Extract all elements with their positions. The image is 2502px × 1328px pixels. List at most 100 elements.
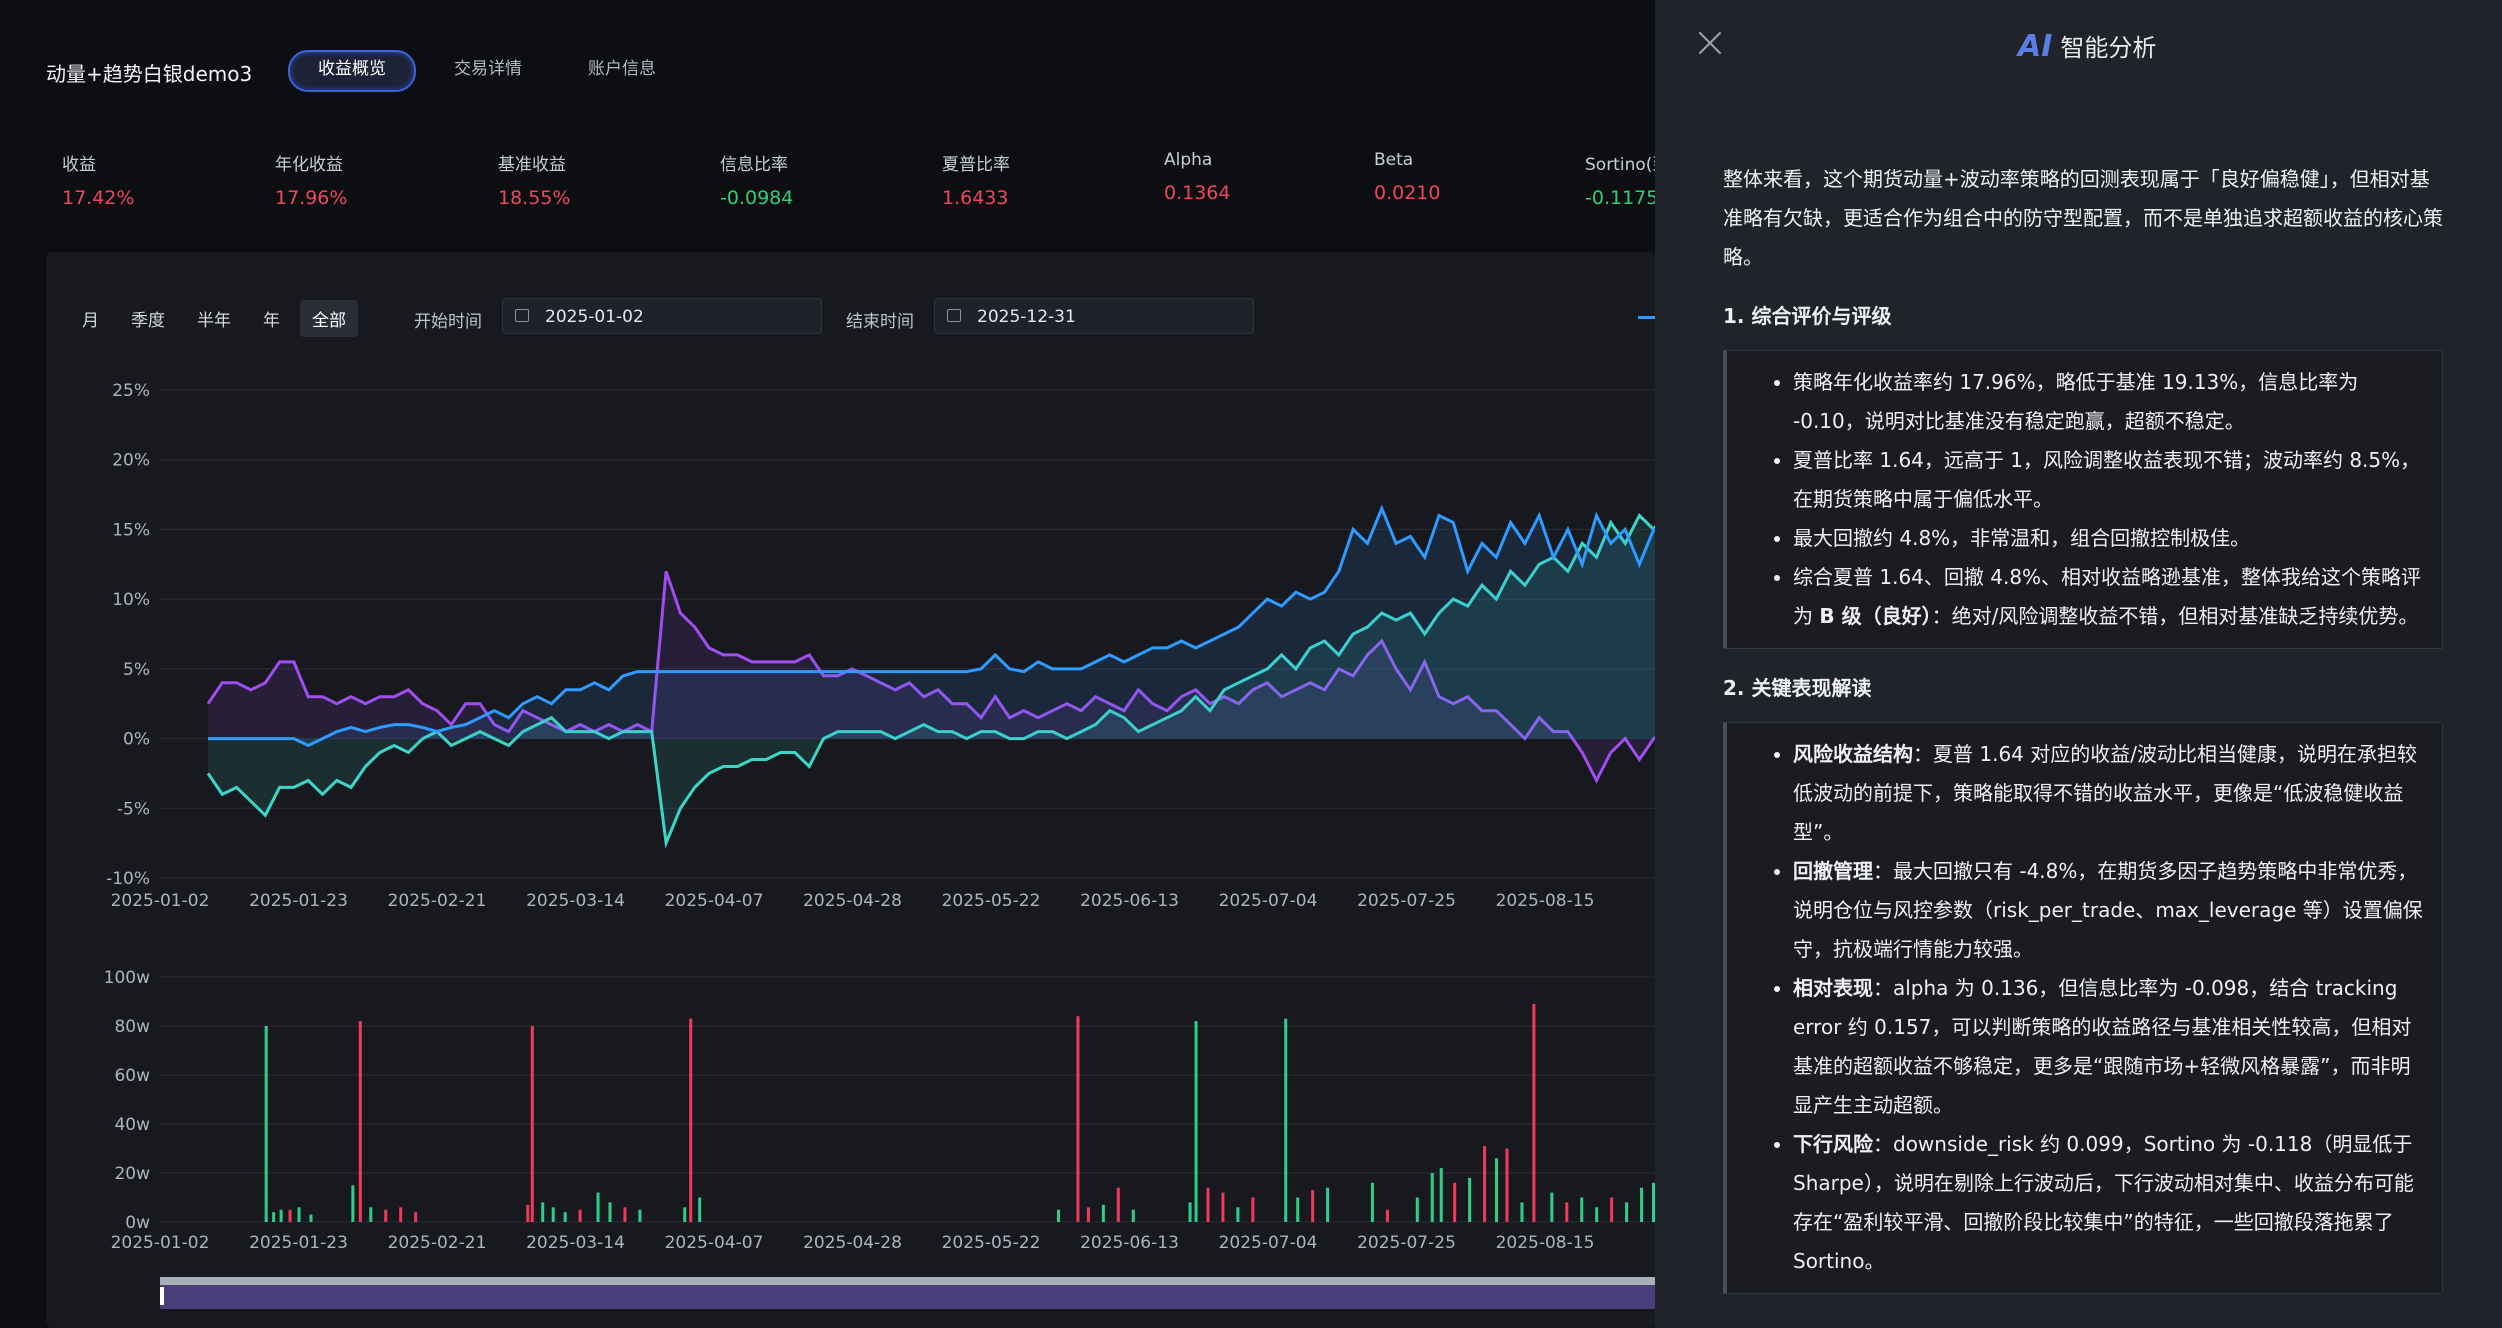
y-tick-label: 0% bbox=[123, 730, 150, 750]
volume-bar bbox=[1101, 1204, 1105, 1222]
volume-bar bbox=[384, 1209, 388, 1222]
metric-label: 信息比率 bbox=[720, 155, 788, 175]
y-tick-label: -10% bbox=[106, 869, 150, 889]
metric-benchmark-return: 基准收益 18.55% bbox=[498, 150, 570, 209]
start-date-input[interactable]: 2025-01-02 bbox=[502, 298, 822, 334]
period-year[interactable]: 年 bbox=[251, 300, 292, 337]
volume-bar bbox=[1086, 1207, 1090, 1222]
y-tick-label: 40w bbox=[114, 1115, 150, 1135]
y-tick-label: 25% bbox=[112, 381, 150, 401]
end-date-input[interactable]: 2025-12-31 bbox=[934, 298, 1254, 334]
end-date-label: 结束时间 bbox=[846, 312, 914, 332]
volume-bar bbox=[1565, 1202, 1569, 1222]
calendar-icon bbox=[947, 309, 961, 322]
volume-bar bbox=[1076, 1016, 1080, 1222]
period-selector: 月 季度 半年 年 全部 bbox=[70, 300, 358, 337]
x-tick-label: 2025-05-22 bbox=[942, 1233, 1041, 1253]
x-tick-label: 2025-06-13 bbox=[1080, 891, 1179, 911]
volume-bar bbox=[563, 1212, 567, 1222]
x-tick-label: 2025-01-23 bbox=[249, 891, 348, 911]
volume-bar bbox=[1550, 1192, 1554, 1222]
volume-bar bbox=[1206, 1187, 1210, 1222]
y-tick-label: 10% bbox=[112, 590, 150, 610]
rating-text-c: ：绝对/风险调整收益不错，但相对基准缺乏持续优势。 bbox=[1931, 604, 2419, 628]
volume-bar bbox=[1326, 1187, 1330, 1222]
legend-line-icon bbox=[1638, 316, 1655, 319]
section-title: 1. 综合评价与评级 bbox=[1723, 304, 1892, 328]
tab-returns-overview[interactable]: 收益概览 bbox=[288, 50, 416, 92]
list-item: 夏普比率 1.64，远高于 1，风险调整收益表现不错；波动率约 8.5%，在期货… bbox=[1793, 441, 2424, 519]
volume-bar bbox=[1311, 1190, 1315, 1222]
volume-bar bbox=[1610, 1197, 1614, 1222]
volume-bar bbox=[1468, 1177, 1472, 1222]
item-heading: 回撤管理 bbox=[1793, 859, 1873, 883]
volume-bar bbox=[1483, 1146, 1487, 1222]
backtest-app: 动量+趋势白银demo3 收益概览 交易详情 账户信息 收益 17.42% 年化收… bbox=[0, 0, 1655, 1328]
metric-value: 1.6433 bbox=[942, 187, 1009, 209]
period-half-year[interactable]: 半年 bbox=[185, 300, 243, 337]
volume-bar bbox=[608, 1202, 612, 1222]
period-month[interactable]: 月 bbox=[70, 300, 111, 337]
y-tick-label: 100w bbox=[104, 968, 150, 988]
list-item: 相对表现：alpha 为 0.136，但信息比率为 -0.098，结合 trac… bbox=[1793, 969, 2424, 1125]
x-tick-label: 2025-08-15 bbox=[1496, 1233, 1595, 1253]
metric-beta: Beta 0.0210 bbox=[1374, 150, 1440, 204]
x-tick-label: 2025-02-21 bbox=[388, 1233, 487, 1253]
metric-value: -0.0984 bbox=[720, 187, 794, 209]
x-tick-label: 2025-07-04 bbox=[1219, 891, 1318, 911]
period-quarter[interactable]: 季度 bbox=[119, 300, 177, 337]
volume-bar bbox=[1532, 1003, 1536, 1222]
volume-bar bbox=[526, 1204, 530, 1222]
y-tick-label: 0w bbox=[125, 1213, 150, 1233]
period-all[interactable]: 全部 bbox=[300, 300, 358, 337]
volume-bar bbox=[1284, 1018, 1288, 1222]
volume-bar bbox=[1296, 1197, 1300, 1222]
metric-label: 夏普比率 bbox=[942, 155, 1010, 175]
tab-trade-details[interactable]: 交易详情 bbox=[426, 50, 550, 88]
volume-bar bbox=[1495, 1158, 1499, 1222]
volume-bar bbox=[1385, 1209, 1389, 1222]
tab-account-info[interactable]: 账户信息 bbox=[560, 50, 684, 88]
section-box: 风险收益结构：夏普 1.64 对应的收益/波动比相当健康，说明在承担较低波动的前… bbox=[1723, 722, 2443, 1294]
metric-value: 17.42% bbox=[62, 187, 135, 209]
x-tick-label: 2025-08-15 bbox=[1496, 891, 1595, 911]
volume-bar bbox=[541, 1202, 545, 1222]
metric-annual-return: 年化收益 17.96% bbox=[275, 150, 347, 209]
item-heading: 相对表现 bbox=[1793, 976, 1873, 1000]
y-tick-label: 20% bbox=[112, 451, 150, 471]
item-heading: 风险收益结构 bbox=[1793, 742, 1913, 766]
volume-bar bbox=[1625, 1202, 1629, 1222]
volume-bar bbox=[623, 1207, 627, 1222]
metric-sortino: Sortino(到 -0.1175 bbox=[1585, 150, 1655, 209]
volume-bar bbox=[351, 1185, 355, 1222]
zoom-handle-left[interactable] bbox=[160, 1287, 164, 1305]
item-heading: 下行风险 bbox=[1793, 1132, 1873, 1156]
ai-analysis-panel: AI 智能分析 整体来看，这个期货动量+波动率策略的回测表现属于「良好偏稳健」，但… bbox=[1655, 0, 2502, 1328]
volume-bar bbox=[1505, 1148, 1509, 1222]
volume-bar bbox=[1221, 1192, 1225, 1222]
metric-value: -0.1175 bbox=[1585, 187, 1655, 209]
x-tick-label: 2025-04-28 bbox=[803, 1233, 902, 1253]
close-icon[interactable] bbox=[1697, 30, 1723, 56]
volume-bar bbox=[1439, 1168, 1443, 1222]
volume-bar bbox=[1188, 1202, 1192, 1222]
x-tick-label: 2025-07-04 bbox=[1219, 1233, 1318, 1253]
list-item: 综合夏普 1.64、回撤 4.8%、相对收益略逊基准，整体我给这个策略评为 B … bbox=[1793, 558, 2424, 636]
y-tick-label: -5% bbox=[117, 799, 150, 819]
volume-bar bbox=[399, 1207, 403, 1222]
x-tick-label: 2025-04-07 bbox=[665, 1233, 764, 1253]
volume-bar bbox=[698, 1197, 702, 1222]
ai-analysis-content: 整体来看，这个期货动量+波动率策略的回测表现属于「良好偏稳健」，但相对基准略有欠… bbox=[1723, 160, 2443, 1294]
metric-value: 0.0210 bbox=[1374, 182, 1441, 204]
item-text: ：最大回撤只有 -4.8%，在期货多因子趋势策略中非常优秀，说明仓位与风控参数（… bbox=[1793, 859, 2423, 961]
x-tick-label: 2025-07-25 bbox=[1357, 891, 1456, 911]
volume-bar bbox=[1640, 1187, 1644, 1222]
metric-label: 收益 bbox=[62, 155, 96, 175]
volume-bar bbox=[1580, 1197, 1584, 1222]
volume-bar bbox=[369, 1207, 373, 1222]
ai-logo: AI bbox=[2018, 29, 2053, 64]
section-box: 策略年化收益率约 17.96%，略低于基准 19.13%，信息比率为 -0.10… bbox=[1723, 350, 2443, 649]
zoom-slider[interactable] bbox=[160, 1277, 1655, 1309]
list-item: 风险收益结构：夏普 1.64 对应的收益/波动比相当健康，说明在承担较低波动的前… bbox=[1793, 735, 2424, 852]
volume-bar bbox=[288, 1209, 292, 1222]
